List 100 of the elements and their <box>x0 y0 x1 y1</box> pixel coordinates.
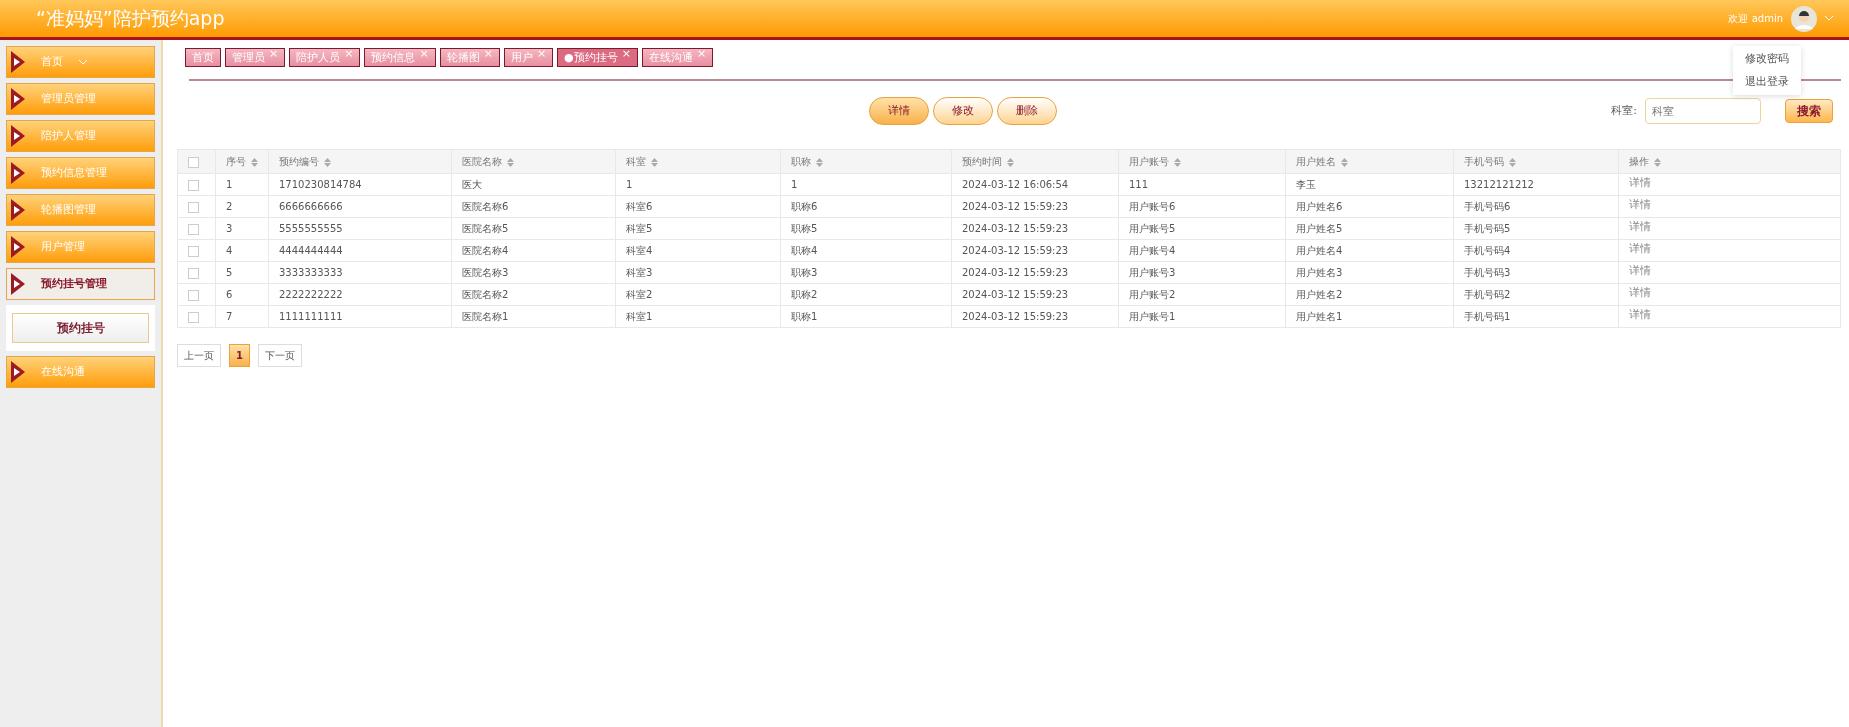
table-cell: 科室5 <box>626 223 653 234</box>
table-cell: 2024-03-12 15:59:23 <box>962 267 1069 278</box>
table-cell: 5555555555 <box>279 223 343 234</box>
table-cell: 4 <box>226 245 233 256</box>
table-cell: 科室2 <box>626 289 653 300</box>
triangle-icon <box>11 361 25 383</box>
column-header[interactable]: 用户账号 <box>1129 156 1169 167</box>
detail-link[interactable]: 详情 <box>1629 176 1651 189</box>
table-cell: 用户账号5 <box>1129 223 1176 234</box>
detail-link[interactable]: 详情 <box>1629 220 1651 233</box>
table-cell: 用户账号3 <box>1129 267 1176 278</box>
table-cell: 2 <box>226 201 233 212</box>
row-checkbox[interactable] <box>188 289 199 301</box>
search-button[interactable]: 搜索 <box>1785 99 1833 123</box>
sort-icon[interactable] <box>1341 157 1348 167</box>
close-icon[interactable]: × <box>621 47 631 60</box>
table-cell: 1111111111 <box>279 311 343 322</box>
table-cell: 科室1 <box>626 311 653 322</box>
table-cell: 1 <box>791 179 798 190</box>
detail-link[interactable]: 详情 <box>1629 264 1651 277</box>
page-button[interactable]: 上一页 <box>177 344 221 367</box>
sort-icon[interactable] <box>251 157 258 167</box>
chevron-down-icon <box>79 59 87 65</box>
sort-icon[interactable] <box>816 157 823 167</box>
table-cell: 手机号码4 <box>1464 245 1511 256</box>
table-cell: 职称6 <box>791 201 818 212</box>
menu-item[interactable]: 修改密码 <box>1745 48 1789 71</box>
table-cell: 手机号码5 <box>1464 223 1511 234</box>
tab[interactable]: 首页 <box>185 48 221 67</box>
table-cell: 医院名称4 <box>462 245 509 256</box>
triangle-icon <box>11 162 25 184</box>
triangle-icon <box>11 199 25 221</box>
detail-link[interactable]: 详情 <box>1629 198 1651 211</box>
column-header[interactable]: 预约编号 <box>279 156 319 167</box>
row-checkbox[interactable] <box>188 245 199 257</box>
column-header[interactable]: 操作 <box>1629 156 1649 167</box>
triangle-icon <box>11 88 25 110</box>
sort-icon[interactable] <box>1654 157 1661 167</box>
table-cell: 1710230814784 <box>279 179 362 190</box>
column-header[interactable]: 科室 <box>626 156 646 167</box>
table-cell: 111 <box>1129 179 1149 190</box>
welcome-text: 欢迎 admin <box>1728 12 1783 26</box>
action-button[interactable]: 详情 <box>869 97 930 125</box>
action-button[interactable]: 删除 <box>997 97 1058 125</box>
triangle-icon <box>11 236 25 258</box>
table-cell: 医院名称2 <box>462 289 509 300</box>
column-header[interactable]: 职称 <box>791 156 811 167</box>
avatar-icon[interactable] <box>1791 5 1817 32</box>
table-cell: 职称3 <box>791 267 818 278</box>
column-header[interactable]: 序号 <box>226 156 246 167</box>
column-header[interactable]: 医院名称 <box>462 156 502 167</box>
table-cell: 4444444444 <box>279 245 343 256</box>
table-cell: 职称1 <box>791 311 818 322</box>
row-checkbox[interactable] <box>188 311 199 323</box>
column-header[interactable]: 用户姓名 <box>1296 156 1336 167</box>
sort-icon[interactable] <box>1007 157 1014 167</box>
table-cell: 医院名称5 <box>462 223 509 234</box>
table-cell: 医院名称6 <box>462 201 509 212</box>
sidebar-item[interactable]: 预约挂号管理 <box>6 268 155 300</box>
action-button[interactable]: 修改 <box>933 97 994 125</box>
row-checkbox[interactable] <box>188 267 199 279</box>
table-cell: 5 <box>226 267 233 278</box>
chevron-down-icon[interactable] <box>1825 16 1833 21</box>
row-checkbox[interactable] <box>188 223 199 235</box>
sort-icon[interactable] <box>651 157 658 167</box>
table-cell: 用户姓名6 <box>1296 201 1343 212</box>
table-cell: 科室3 <box>626 267 653 278</box>
sort-icon[interactable] <box>324 157 331 167</box>
table-cell: 职称2 <box>791 289 818 300</box>
row-checkbox[interactable] <box>188 179 199 191</box>
column-header[interactable]: 手机号码 <box>1464 156 1504 167</box>
menu-item[interactable]: 退出登录 <box>1745 70 1789 93</box>
detail-link[interactable]: 详情 <box>1629 308 1651 321</box>
search-field[interactable]: 科室 <box>1645 98 1761 124</box>
table-cell: 1 <box>626 179 633 190</box>
sort-icon[interactable] <box>1174 157 1181 167</box>
table-cell: 2024-03-12 15:59:23 <box>962 289 1069 300</box>
select-all-checkbox[interactable] <box>188 156 199 168</box>
submenu-item[interactable]: 预约挂号 <box>12 313 149 343</box>
table-cell: 2024-03-12 15:59:23 <box>962 201 1069 212</box>
column-header[interactable]: 预约时间 <box>962 156 1002 167</box>
table-cell: 用户姓名5 <box>1296 223 1343 234</box>
table-cell: 医院名称1 <box>462 311 509 322</box>
triangle-icon <box>11 125 25 147</box>
table-cell: 手机号码3 <box>1464 267 1511 278</box>
table-cell: 用户账号2 <box>1129 289 1176 300</box>
table-cell: 6 <box>226 289 233 300</box>
row-checkbox[interactable] <box>188 201 199 213</box>
table-cell: 李玉 <box>1296 179 1316 190</box>
detail-link[interactable]: 详情 <box>1629 286 1651 299</box>
table-cell: 2222222222 <box>279 289 343 300</box>
page-button[interactable]: 1 <box>229 344 250 367</box>
detail-link[interactable]: 详情 <box>1629 242 1651 255</box>
tab[interactable]: ●预约挂号 × <box>557 48 638 67</box>
sort-icon[interactable] <box>1509 157 1516 167</box>
app-title: “准妈妈”陪护预约app <box>35 6 225 32</box>
sort-icon[interactable] <box>507 157 514 167</box>
table-cell: 3 <box>226 223 233 234</box>
tab[interactable]: 用户 × <box>503 48 554 67</box>
page-button[interactable]: 下一页 <box>257 344 302 367</box>
